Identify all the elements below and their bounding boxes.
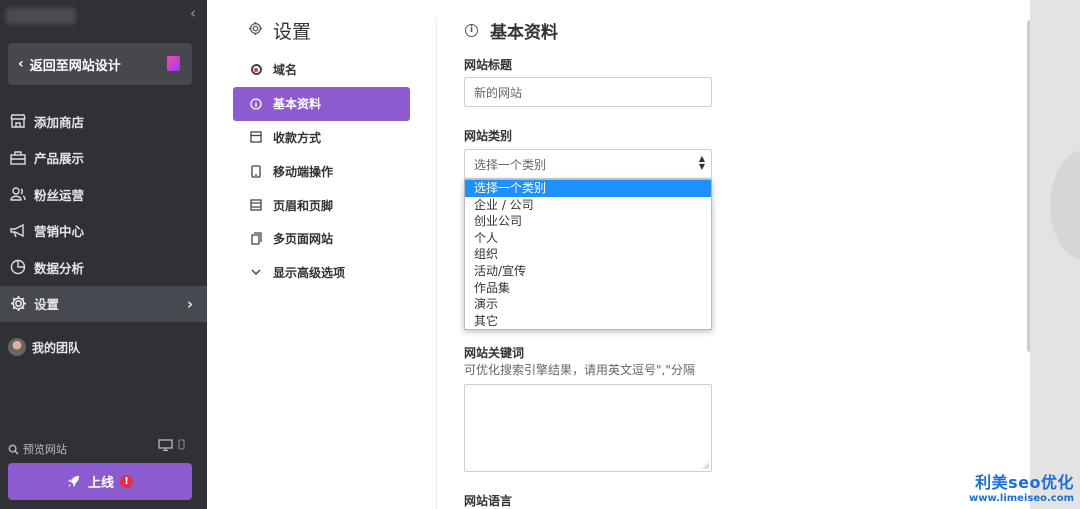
settings-nav-label: 收款方式: [273, 130, 322, 145]
warning-badge: !: [120, 475, 133, 488]
go-live-label: 上线: [87, 476, 114, 491]
info-icon: i: [465, 24, 478, 37]
preview-shape: [1050, 150, 1080, 260]
section-title-text: 基本资料: [490, 23, 558, 43]
preview-site-label: 预览网站: [23, 443, 67, 456]
category-selected-value: 选择一个类别: [474, 157, 547, 172]
dropdown-option[interactable]: 演示: [465, 296, 711, 313]
dropdown-option[interactable]: 创业公司: [465, 213, 711, 230]
back-to-design-button[interactable]: ‹ 返回至网站设计: [8, 43, 192, 85]
sidebar-item-settings[interactable]: 设置 ›: [0, 285, 207, 322]
sidebar-item-team[interactable]: 我的团队: [8, 338, 80, 356]
settings-nav-advanced[interactable]: 显示高级选项: [233, 256, 410, 290]
site-preview-edge: [1030, 0, 1080, 509]
settings-nav-payment[interactable]: 收款方式: [233, 121, 410, 155]
settings-panel: 设置 域名 基本资料 收款方式 移动端操作 页眉和页脚 多页面网站 显示高级选项…: [207, 0, 1032, 509]
go-live-button[interactable]: 上线 !: [8, 463, 192, 500]
settings-nav-label: 域名: [273, 63, 298, 78]
section-title: i 基本资料: [465, 18, 558, 43]
keywords-hint: 可优化搜索引擎结果，请用英文逗号","分隔: [464, 363, 695, 377]
watermark-line1: 利美seo优化: [975, 473, 1074, 492]
info-icon: [249, 98, 263, 110]
settings-nav-label: 显示高级选项: [273, 266, 346, 281]
megaphone-icon: [9, 222, 27, 240]
gear-icon: [248, 21, 263, 40]
left-sidebar: ‹ ‹ 返回至网站设计 添加商店 产品展示 粉丝运营 营销中心 数据分析 设置 …: [0, 0, 207, 509]
settings-nav-header-footer[interactable]: 页眉和页脚: [233, 188, 410, 222]
chevron-down-icon: [249, 269, 263, 276]
settings-nav-label: 移动端操作: [273, 164, 334, 179]
settings-title: 设置: [248, 17, 311, 44]
category-dropdown[interactable]: 选择一个类别 企业 / 公司 创业公司 个人 组织 活动/宣传 作品集 演示 其…: [464, 179, 712, 330]
category-label: 网站类别: [464, 129, 513, 143]
pie-chart-icon: [9, 258, 27, 276]
brand-logo-icon: [167, 56, 180, 71]
dropdown-option[interactable]: 组织: [465, 246, 711, 263]
dropdown-option[interactable]: 作品集: [465, 280, 711, 297]
keywords-label: 网站关键词: [464, 346, 525, 360]
users-icon: [9, 185, 27, 203]
record-icon: [249, 64, 263, 76]
select-arrows-icon: ▲ ▼: [698, 154, 705, 171]
collapse-sidebar-icon[interactable]: ‹: [190, 4, 196, 22]
sidebar-item-label: 添加商店: [34, 114, 85, 130]
sidebar-item-marketing[interactable]: 营销中心: [0, 213, 207, 250]
language-label: 网站语言: [464, 494, 513, 508]
sidebar-item-add-store[interactable]: 添加商店: [0, 103, 207, 140]
device-toggle[interactable]: [158, 439, 185, 454]
desktop-icon[interactable]: [158, 439, 174, 452]
sidebar-item-label: 设置: [34, 297, 60, 313]
dropdown-option[interactable]: 个人: [465, 230, 711, 247]
mobile-icon: [249, 165, 263, 178]
watermark: 利美seo优化 www.limeiseo.com: [969, 469, 1074, 504]
sidebar-nav: 添加商店 产品展示 粉丝运营 营销中心 数据分析 设置 ›: [0, 103, 207, 322]
sidebar-item-analytics[interactable]: 数据分析: [0, 249, 207, 286]
briefcase-icon: [9, 149, 27, 167]
avatar: [8, 338, 26, 356]
rocket-icon: [67, 475, 80, 488]
sidebar-item-label: 产品展示: [34, 151, 85, 167]
settings-nav-label: 多页面网站: [273, 232, 334, 247]
gear-icon: [9, 295, 27, 313]
dropdown-option[interactable]: 企业 / 公司: [465, 197, 711, 214]
sidebar-item-label: 营销中心: [34, 224, 85, 240]
settings-title-text: 设置: [273, 21, 312, 43]
blurred-site-name: [6, 8, 76, 24]
store-icon: [9, 112, 27, 130]
panel-divider: [436, 18, 437, 509]
pages-icon: [249, 232, 263, 246]
settings-nav-basic-info[interactable]: 基本资料: [233, 86, 410, 121]
keywords-textarea[interactable]: [464, 384, 712, 472]
dropdown-option[interactable]: 活动/宣传: [465, 263, 711, 280]
dropdown-option[interactable]: 其它: [465, 313, 711, 330]
chevron-left-icon: ‹: [18, 56, 24, 72]
sidebar-item-label: 粉丝运营: [34, 187, 85, 203]
dropdown-option[interactable]: 选择一个类别: [465, 180, 711, 197]
sidebar-item-fans[interactable]: 粉丝运营: [0, 176, 207, 213]
site-title-input[interactable]: 新的网站: [464, 77, 712, 107]
settings-nav: 域名 基本资料 收款方式 移动端操作 页眉和页脚 多页面网站 显示高级选项: [233, 53, 410, 290]
back-to-design-label: 返回至网站设计: [29, 58, 121, 74]
search-icon: [8, 444, 19, 455]
chevron-right-icon: ›: [186, 294, 193, 313]
sidebar-item-label: 数据分析: [34, 260, 85, 276]
team-label: 我的团队: [32, 340, 81, 355]
sidebar-item-products[interactable]: 产品展示: [0, 140, 207, 177]
mobile-icon[interactable]: [178, 439, 185, 451]
site-title-value: 新的网站: [474, 85, 523, 100]
card-icon: [249, 131, 263, 144]
settings-nav-domain[interactable]: 域名: [233, 53, 410, 87]
site-title-label: 网站标题: [464, 58, 513, 72]
category-select[interactable]: 选择一个类别 ▲ ▼: [464, 149, 712, 179]
settings-nav-multipage[interactable]: 多页面网站: [233, 222, 410, 256]
settings-nav-mobile[interactable]: 移动端操作: [233, 154, 410, 188]
preview-site-link[interactable]: 预览网站: [8, 441, 67, 457]
layout-icon: [249, 199, 263, 211]
settings-nav-label: 基本资料: [273, 97, 322, 112]
settings-nav-label: 页眉和页脚: [273, 198, 334, 213]
watermark-line2: www.limeiseo.com: [969, 493, 1074, 504]
